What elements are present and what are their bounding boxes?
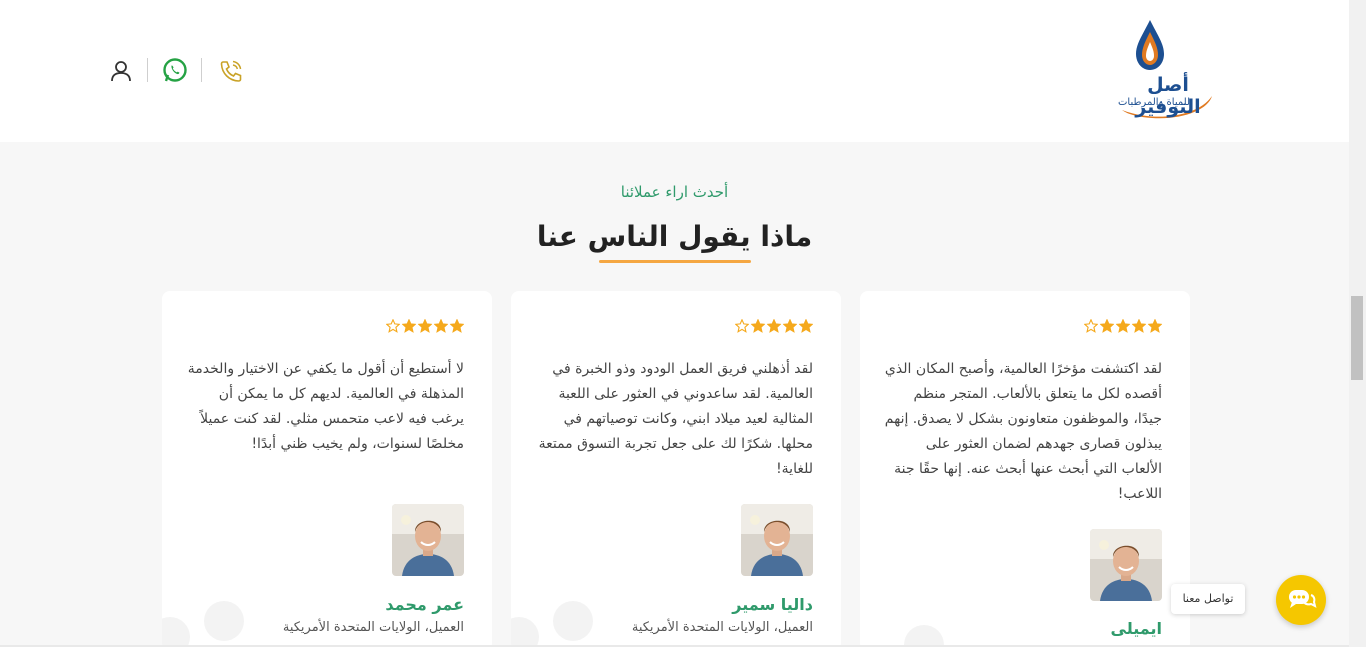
star-outline-icon: [386, 319, 400, 333]
testimonial-text: لقد أذهلني فريق العمل الودود وذو الخبرة …: [538, 361, 813, 477]
rating-stars: [735, 319, 813, 333]
logo-title: أصل التوفير: [1135, 74, 1201, 118]
customer-role: العميل، الولايات المتحدة الأمريكية: [282, 620, 464, 635]
person-photo-icon: [741, 504, 813, 576]
rating-stars: [386, 319, 464, 333]
chat-bubbles-icon: [1289, 590, 1317, 608]
decorative-quote-icon: [553, 601, 593, 641]
logo-subtitle: للمياة والمرطبات: [1117, 97, 1190, 108]
star-filled-icon: [450, 319, 464, 333]
section-eyebrow: أحدث اراء عملائنا: [620, 183, 729, 201]
testimonial-text: لقد اكتشفت مؤخرًا العالمية، وأصبح المكان…: [884, 361, 1162, 502]
header-divider: [201, 58, 202, 82]
testimonial-card: لقد أذهلني فريق العمل الودود وذو الخبرة …: [511, 291, 841, 647]
decorative-quote-icon: [904, 625, 944, 647]
customer-name: داليا سمير: [732, 595, 813, 614]
customer-name: ايميلى: [1110, 619, 1162, 638]
scrollbar-thumb[interactable]: [1351, 296, 1363, 380]
star-filled-icon: [799, 319, 813, 333]
avatar: [392, 504, 464, 576]
star-filled-icon: [1132, 319, 1146, 333]
decorative-quote-icon: [204, 601, 244, 641]
testimonial-card: لقد اكتشفت مؤخرًا العالمية، وأصبح المكان…: [860, 291, 1190, 647]
star-outline-icon: [1084, 319, 1098, 333]
person-photo-icon: [1090, 529, 1162, 601]
decorative-quote-icon: [511, 617, 539, 647]
star-filled-icon: [1148, 319, 1162, 333]
star-filled-icon: [434, 319, 448, 333]
site-header: أصل التوفير للمياة والمرطبات: [0, 0, 1349, 142]
avatar: [1090, 529, 1162, 601]
rating-stars: [1084, 319, 1162, 333]
star-filled-icon: [767, 319, 781, 333]
star-filled-icon: [1100, 319, 1114, 333]
section-title: ماذا يقول الناس عنا: [536, 220, 813, 253]
chat-label[interactable]: تواصل معنا: [1171, 584, 1245, 614]
star-filled-icon: [402, 319, 416, 333]
avatar: [741, 504, 813, 576]
customer-name: عمر محمد: [385, 595, 464, 614]
person-photo-icon: [392, 504, 464, 576]
whatsapp-icon[interactable]: [162, 57, 188, 83]
header-divider: [147, 58, 148, 82]
star-outline-icon: [735, 319, 749, 333]
decorative-quote-icon: [162, 617, 190, 647]
star-filled-icon: [1116, 319, 1130, 333]
phone-icon[interactable]: [218, 58, 244, 84]
testimonial-text: لا أستطيع أن أقول ما يكفي عن الاختيار وا…: [187, 361, 464, 452]
title-underline: [599, 260, 751, 263]
customer-role: العميل، الولايات المتحدة الأمريكية: [631, 620, 813, 635]
star-filled-icon: [418, 319, 432, 333]
testimonial-card: لا أستطيع أن أقول ما يكفي عن الاختيار وا…: [162, 291, 492, 647]
star-filled-icon: [751, 319, 765, 333]
star-filled-icon: [783, 319, 797, 333]
user-icon[interactable]: [108, 58, 134, 84]
chat-button[interactable]: [1276, 575, 1326, 625]
